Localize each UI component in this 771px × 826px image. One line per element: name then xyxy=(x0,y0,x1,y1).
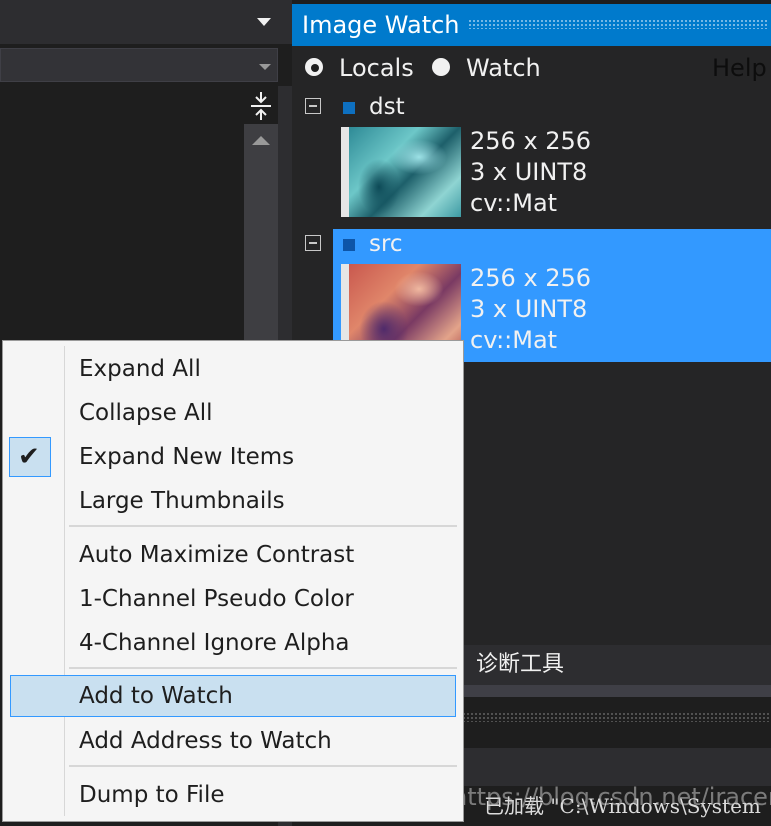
menu-item-auto-maximize-contrast[interactable]: Auto Maximize Contrast xyxy=(10,537,456,573)
menu-item-add-address-to-watch[interactable]: Add Address to Watch xyxy=(10,723,456,759)
watch-radio[interactable] xyxy=(432,58,450,76)
menu-item-4-channel-ignore-alpha[interactable]: 4-Channel Ignore Alpha xyxy=(10,625,456,661)
watch-label[interactable]: Watch xyxy=(466,53,541,83)
menu-item-label: Dump to File xyxy=(79,782,225,808)
item-format: 3 x UINT8 xyxy=(470,295,588,323)
help-button[interactable]: Help xyxy=(712,53,767,83)
menu-item-1-channel-pseudo-color[interactable]: 1-Channel Pseudo Color xyxy=(10,581,456,617)
item-size: 256 x 256 xyxy=(470,264,592,292)
menu-item-large-thumbnails[interactable]: Large Thumbnails xyxy=(10,483,456,519)
item-type: cv::Mat xyxy=(470,326,558,354)
scroll-up-icon[interactable] xyxy=(252,136,270,145)
chevron-down-icon[interactable] xyxy=(259,64,271,70)
navigation-dropdown[interactable] xyxy=(0,48,278,82)
output-toolbar xyxy=(462,748,771,786)
menu-item-expand-all[interactable]: Expand All xyxy=(10,351,456,387)
watermark: https://blog.csdn.net/iracer xyxy=(452,783,771,811)
menu-item-label: Large Thumbnails xyxy=(79,488,285,514)
menu-item-label: Collapse All xyxy=(79,400,213,426)
menu-separator xyxy=(69,525,457,527)
menu-item-label: Expand All xyxy=(79,356,201,382)
menu-item-collapse-all[interactable]: Collapse All xyxy=(10,395,456,431)
tab-underline xyxy=(462,685,771,697)
item-type: cv::Mat xyxy=(470,189,558,217)
menu-item-label: Expand New Items xyxy=(79,444,295,470)
collapse-dst-icon[interactable] xyxy=(305,98,321,114)
item-format: 3 x UINT8 xyxy=(470,158,588,186)
title-grip[interactable] xyxy=(468,19,768,29)
menu-item-label: Add Address to Watch xyxy=(79,728,332,754)
editor-tab-strip xyxy=(0,0,292,44)
output-grip[interactable] xyxy=(462,712,771,722)
thumbnail-dst[interactable] xyxy=(341,127,461,217)
item-marker xyxy=(343,239,355,251)
menu-item-label: 1-Channel Pseudo Color xyxy=(79,586,354,612)
menu-item-label: Auto Maximize Contrast xyxy=(79,542,355,568)
tab-dropdown-icon[interactable] xyxy=(257,18,271,26)
tab-diagnostic-tools[interactable]: 诊断工具 xyxy=(476,645,564,685)
split-window-button[interactable] xyxy=(244,88,278,124)
menu-item-label: Add to Watch xyxy=(79,683,233,709)
menu-item-dump-to-file[interactable]: Dump to File xyxy=(10,777,456,813)
item-name-dst[interactable]: dst xyxy=(369,92,405,122)
locals-radio[interactable] xyxy=(305,58,323,76)
menu-separator xyxy=(69,667,457,669)
menu-item-label: 4-Channel Ignore Alpha xyxy=(79,630,350,656)
menu-item-add-to-watch[interactable]: Add to Watch xyxy=(10,675,456,717)
item-name-src[interactable]: src xyxy=(369,229,403,259)
item-size: 256 x 256 xyxy=(470,127,592,155)
locals-label[interactable]: Locals xyxy=(339,53,414,83)
menu-separator xyxy=(69,765,457,767)
item-marker xyxy=(343,102,355,114)
split-vertical-icon xyxy=(251,92,271,120)
collapse-src-icon[interactable] xyxy=(305,235,321,251)
menu-item-expand-new-items[interactable]: Expand New Items xyxy=(10,439,456,475)
